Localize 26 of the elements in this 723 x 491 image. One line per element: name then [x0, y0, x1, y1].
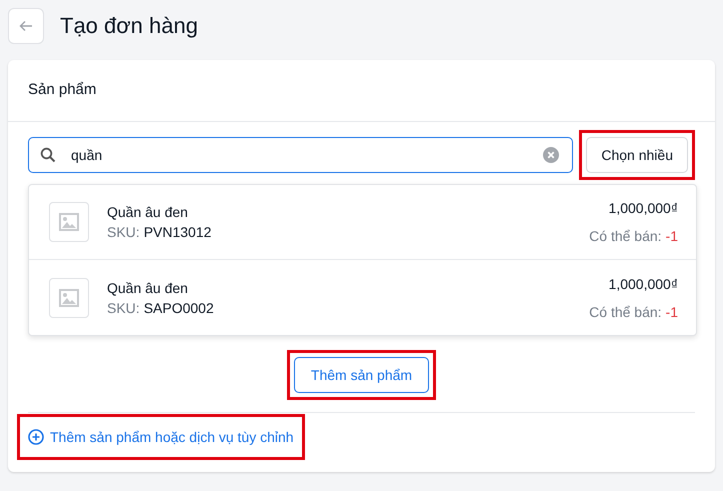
product-name: Quần âu đen: [107, 280, 189, 296]
stock-label: Có thể bán:: [589, 304, 662, 320]
search-field[interactable]: quần: [28, 137, 574, 173]
stock-label: Có thể bán:: [589, 228, 662, 244]
product-name: Quần âu đen: [107, 204, 189, 220]
clear-icon[interactable]: [543, 147, 560, 163]
card-title: Sản phẩm: [8, 60, 715, 122]
stock-value: -1: [666, 304, 678, 320]
image-placeholder-icon: [49, 278, 89, 318]
add-product-button[interactable]: Thêm sản phẩm: [294, 357, 430, 393]
sku-value: PVN13012: [144, 224, 212, 240]
sku-value: SAPO0002: [144, 300, 214, 316]
result-item[interactable]: Quần âu đen SKU: PVN13012 1,000,000₫ Có thể bán: -1: [29, 185, 696, 260]
stock-value: -1: [666, 228, 678, 244]
sku-label: SKU:: [107, 300, 140, 316]
result-item[interactable]: Quần âu đen SKU: SAPO0002 1,000,000₫ Có thể bán: -1: [29, 260, 696, 335]
multi-select-button[interactable]: Chọn nhiều: [586, 137, 688, 173]
product-price: 1,000,000₫: [608, 276, 678, 292]
product-price: 1,000,000₫: [608, 200, 678, 216]
page-title: Tạo đơn hàng: [60, 13, 198, 39]
back-button[interactable]: [8, 8, 44, 44]
back-arrow-icon: [19, 20, 33, 32]
image-placeholder-icon: [49, 202, 89, 242]
add-custom-item-link[interactable]: Thêm sản phẩm hoặc dịch vụ tùy chỉnh: [28, 429, 294, 445]
plus-circle-icon: [28, 429, 44, 445]
sku-label: SKU:: [107, 224, 140, 240]
